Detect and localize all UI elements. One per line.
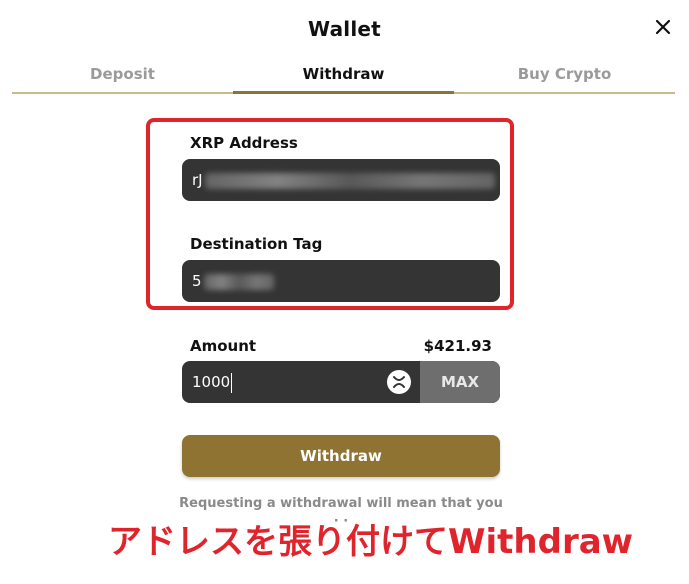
address-input[interactable]: rJ	[182, 159, 500, 201]
tab-buy-crypto[interactable]: Buy Crypto	[454, 65, 675, 83]
close-icon	[655, 19, 671, 35]
withdraw-button[interactable]: Withdraw	[182, 435, 500, 477]
tab-bar: Deposit Withdraw Buy Crypto	[12, 60, 675, 96]
xrp-icon	[393, 376, 405, 388]
amount-label: Amount	[190, 337, 257, 355]
amount-value: 1000	[192, 372, 233, 393]
max-button[interactable]: MAX	[420, 361, 500, 403]
modal-title: Wallet	[308, 17, 381, 41]
withdraw-note: Requesting a withdrawal will mean that y…	[179, 496, 503, 511]
amount-input[interactable]: 1000 MAX	[182, 361, 500, 403]
address-label: XRP Address	[190, 134, 298, 152]
close-button[interactable]	[648, 12, 678, 42]
destination-tag-input[interactable]: 5	[182, 260, 500, 302]
balance-value: $421.93	[423, 337, 492, 355]
destination-tag-value: 5	[192, 272, 202, 290]
destination-tag-label: Destination Tag	[190, 235, 323, 253]
tab-active-indicator	[233, 91, 454, 94]
redacted-blur	[204, 172, 495, 189]
wallet-modal: Wallet Deposit Withdraw Buy Crypto XRP A…	[0, 0, 689, 584]
address-value: rJ	[192, 171, 203, 189]
clear-amount-button[interactable]	[387, 370, 411, 394]
tab-withdraw[interactable]: Withdraw	[233, 65, 454, 83]
tab-deposit[interactable]: Deposit	[12, 65, 233, 83]
redacted-blur	[203, 273, 274, 290]
annotation-caption: アドレスを張り付けてWithdraw	[108, 522, 634, 562]
